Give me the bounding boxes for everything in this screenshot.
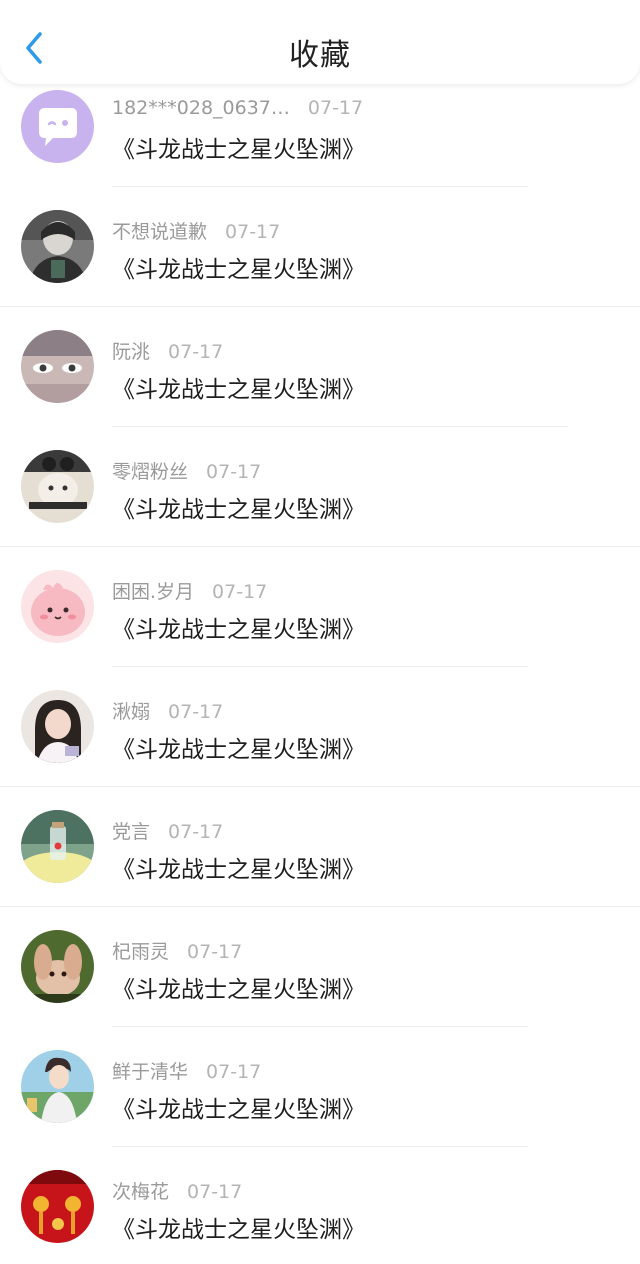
date: 07-17	[225, 221, 281, 243]
username[interactable]: 不想说道歉	[112, 221, 207, 243]
list-item[interactable]: 阮洮 07-17 《斗龙战士之星火坠渊》	[0, 307, 640, 427]
list-item[interactable]: 杞雨灵 07-17 《斗龙战士之星火坠渊》	[0, 907, 640, 1027]
username[interactable]: 零熠粉丝	[112, 461, 188, 483]
avatar	[21, 690, 94, 763]
date: 07-17	[206, 1061, 262, 1083]
avatar	[21, 330, 94, 403]
item-meta: 零熠粉丝 07-17	[112, 457, 261, 484]
item-meta: 不想说道歉 07-17	[112, 217, 280, 244]
avatar	[21, 1170, 94, 1243]
book-title[interactable]: 《斗龙战士之星火坠渊》	[112, 610, 365, 644]
item-meta: 鲜于清华 07-17	[112, 1057, 261, 1084]
list-item[interactable]: 鲜于清华 07-17 《斗龙战士之星火坠渊》	[0, 1027, 640, 1147]
username[interactable]: 杞雨灵	[112, 941, 169, 963]
date: 07-17	[206, 461, 262, 483]
username[interactable]: 困困.岁月	[112, 581, 194, 603]
item-meta: 党言 07-17	[112, 817, 223, 844]
list-item[interactable]: 不想说道歉 07-17 《斗龙战士之星火坠渊》	[0, 187, 640, 307]
item-meta: 次梅花 07-17	[112, 1177, 242, 1204]
list-item[interactable]: 零熠粉丝 07-17 《斗龙战士之星火坠渊》	[0, 427, 640, 547]
avatar	[21, 450, 94, 523]
avatar	[21, 1050, 94, 1123]
date: 07-17	[212, 581, 268, 603]
book-title[interactable]: 《斗龙战士之星火坠渊》	[112, 250, 365, 284]
book-title[interactable]: 《斗龙战士之星火坠渊》	[112, 1090, 365, 1124]
list-item[interactable]: 困困.岁月 07-17 《斗龙战士之星火坠渊》	[0, 547, 640, 667]
book-title[interactable]: 《斗龙战士之星火坠渊》	[112, 370, 365, 404]
username[interactable]: 阮洮	[112, 341, 150, 363]
book-title[interactable]: 《斗龙战士之星火坠渊》	[112, 490, 365, 524]
book-title[interactable]: 《斗龙战士之星火坠渊》	[112, 850, 365, 884]
date: 07-17	[168, 701, 224, 723]
list-item[interactable]: 湫嫋 07-17 《斗龙战士之星火坠渊》	[0, 667, 640, 787]
date: 07-17	[168, 341, 224, 363]
username[interactable]: 湫嫋	[112, 701, 150, 723]
avatar	[21, 570, 94, 643]
username[interactable]: 鲜于清华	[112, 1061, 188, 1083]
username[interactable]: 次梅花	[112, 1181, 169, 1203]
username[interactable]: 党言	[112, 821, 150, 843]
item-meta: 湫嫋 07-17	[112, 697, 223, 724]
book-title[interactable]: 《斗龙战士之星火坠渊》	[112, 130, 365, 164]
favorites-page: 收藏 182***028_0637… 07-17 《斗龙战士之星火坠渊》 不想说…	[0, 0, 640, 1264]
book-title[interactable]: 《斗龙战士之星火坠渊》	[112, 730, 365, 764]
item-meta: 杞雨灵 07-17	[112, 937, 242, 964]
date: 07-17	[307, 97, 364, 119]
book-title[interactable]: 《斗龙战士之星火坠渊》	[112, 970, 365, 1004]
avatar	[21, 90, 94, 163]
username[interactable]: 182***028_0637…	[112, 97, 290, 119]
item-meta: 182***028_0637… 07-17	[112, 97, 363, 119]
avatar	[21, 930, 94, 1003]
item-meta: 阮洮 07-17	[112, 337, 223, 364]
avatar	[21, 810, 94, 883]
date: 07-17	[168, 821, 224, 843]
avatar	[21, 210, 94, 283]
date: 07-17	[187, 941, 243, 963]
book-title[interactable]: 《斗龙战士之星火坠渊》	[112, 1210, 365, 1244]
date: 07-17	[187, 1181, 243, 1203]
list-item[interactable]: 党言 07-17 《斗龙战士之星火坠渊》	[0, 787, 640, 907]
item-meta: 困困.岁月 07-17	[112, 577, 267, 604]
list-item[interactable]: 次梅花 07-17 《斗龙战士之星火坠渊》	[0, 1147, 640, 1264]
page-title: 收藏	[289, 38, 351, 73]
list-item[interactable]: 182***028_0637… 07-17 《斗龙战士之星火坠渊》	[0, 84, 640, 204]
top-nav-bar: 收藏	[0, 0, 640, 84]
